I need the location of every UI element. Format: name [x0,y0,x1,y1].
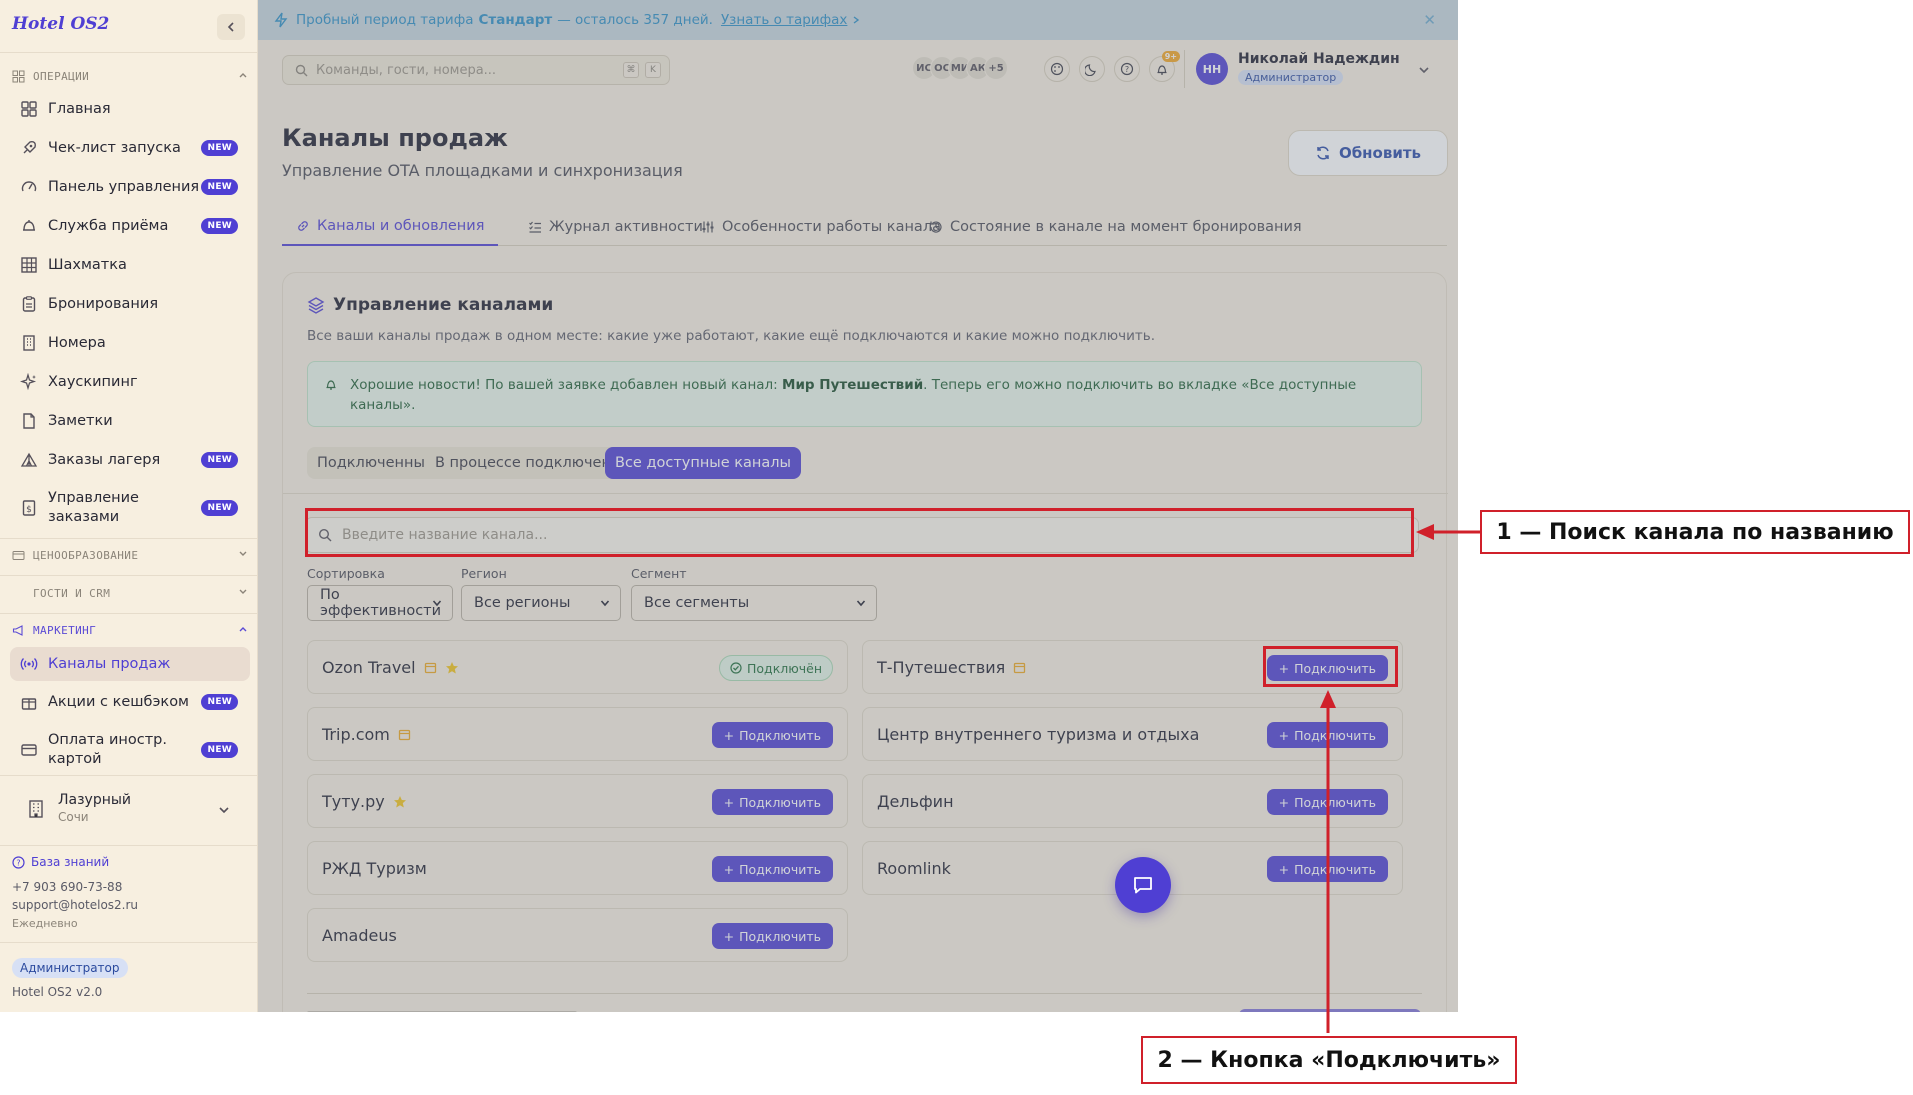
callout-1: 1 — Поиск канала по названию [1480,510,1910,554]
callout-2: 2 — Кнопка «Подключить» [1141,1036,1517,1084]
arrow-head-1 [1416,524,1434,540]
arrow-head-2 [1320,690,1336,708]
